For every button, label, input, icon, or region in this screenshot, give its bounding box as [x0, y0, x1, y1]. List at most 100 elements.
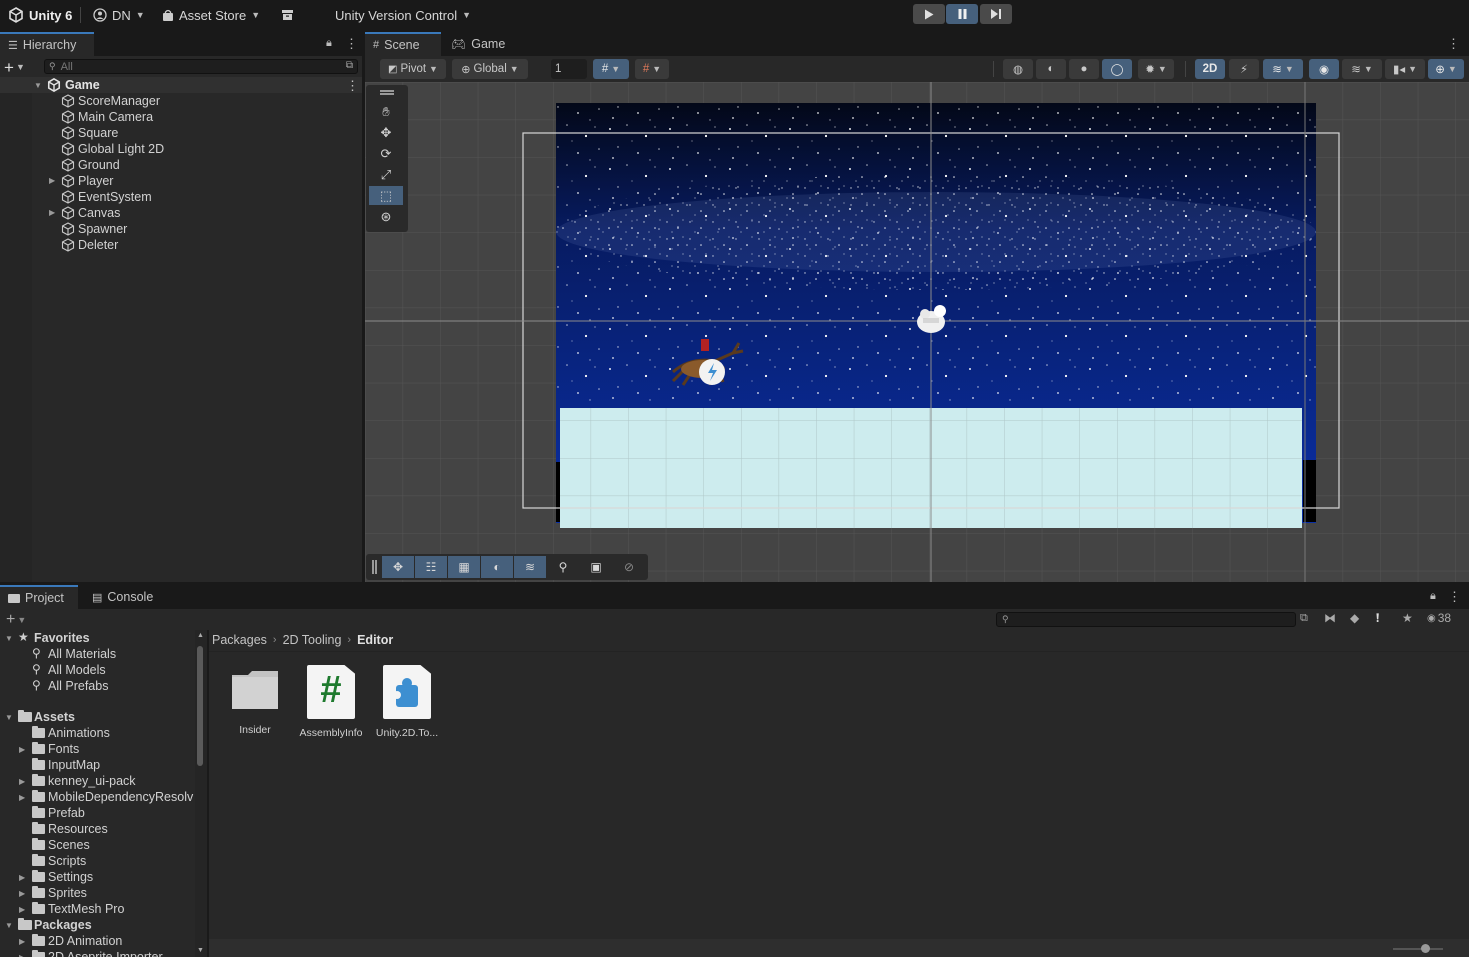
expand-arrow-icon[interactable]: ▶ [19, 873, 25, 882]
unlit-button[interactable]: ◯ [1102, 59, 1132, 79]
overlay-move-button[interactable]: ✥ [382, 556, 414, 578]
kebab-menu-icon[interactable]: ⋮ [1447, 36, 1460, 52]
expand-arrow-icon[interactable]: ▶ [19, 937, 25, 946]
tree-packages[interactable]: ▼ Packages [0, 917, 195, 933]
tree-folder-item[interactable]: ▶ MobileDependencyResolv [0, 789, 195, 805]
overlay-shading-button[interactable]: ◐ [481, 556, 513, 578]
expand-arrow-icon[interactable]: ▶ [49, 176, 55, 185]
kebab-menu-icon[interactable]: ⋮ [346, 78, 359, 94]
global-dropdown[interactable]: ⊕ Global ▼ [452, 59, 528, 79]
drag-handle-icon[interactable] [372, 560, 374, 574]
breadcrumb-packages[interactable]: Packages [212, 633, 267, 647]
step-button[interactable] [980, 4, 1012, 24]
hierarchy-item[interactable]: Ground [0, 157, 362, 173]
scroll-up-icon[interactable]: ▲ [197, 632, 204, 639]
hierarchy-item[interactable]: Global Light 2D [0, 141, 362, 157]
expand-arrow-icon[interactable]: ▶ [19, 889, 25, 898]
hierarchy-item[interactable]: Spawner [0, 221, 362, 237]
expand-arrow-icon[interactable]: ▼ [34, 81, 42, 90]
layers-dropdown[interactable]: ≋ ▼ [1342, 59, 1382, 79]
pause-button[interactable] [946, 4, 978, 24]
pivot-dropdown[interactable]: ◩ Pivot ▼ [380, 59, 446, 79]
play-button[interactable] [913, 4, 945, 24]
hierarchy-item[interactable]: ▶ Player [0, 173, 362, 189]
overlay-sliders-button[interactable]: ☷ [415, 556, 447, 578]
tree-scrollbar[interactable]: ▲ ▼ [195, 630, 207, 957]
lock-icon[interactable]: 🔒︎ [1430, 590, 1436, 603]
camera-settings-dropdown[interactable]: ▮◂ ▼ [1385, 59, 1425, 79]
lighting-toggle[interactable]: ⚡︎ [1229, 59, 1259, 79]
hierarchy-scene-row[interactable]: ▼ Game ⋮ [0, 77, 362, 93]
hierarchy-item[interactable]: ▶ Canvas [0, 205, 362, 221]
create-dropdown[interactable]: + ▼ [4, 58, 25, 76]
expand-arrow-icon[interactable]: ▶ [19, 953, 25, 957]
hierarchy-item[interactable]: EventSystem [0, 189, 362, 205]
filter-by-type-icon[interactable]: ⧓ [1324, 611, 1336, 625]
tree-assets[interactable]: ▼ Assets [0, 709, 195, 725]
asset-script-assemblyinfo[interactable]: # AssemblyInfo [296, 665, 366, 739]
zoom-slider-handle[interactable] [1421, 944, 1430, 953]
tab-project[interactable]: Project [0, 585, 78, 609]
rect-tool[interactable]: ⬚ [369, 186, 403, 205]
tree-favorite-item[interactable]: ⚲ All Materials [0, 646, 195, 662]
scene-viewport[interactable]: ✋︎ ✥ ⟳ ⤢ ⬚ ⊛ ✥ ☷ ▦ ◐ ≋ ⚲ ▣ ⊘ [365, 82, 1469, 582]
unity-logo-menu[interactable]: Unity 6 [8, 0, 72, 30]
overlay-grid-button[interactable]: ▦ [448, 556, 480, 578]
rotate-tool[interactable]: ⟳ [369, 144, 403, 163]
breadcrumb-2d-tooling[interactable]: 2D Tooling [283, 633, 342, 647]
hierarchy-search-input[interactable]: ⚲ All ⧉ [44, 59, 358, 74]
move-tool[interactable]: ✥ [369, 123, 403, 142]
collapse-arrow-icon[interactable]: ▼ [5, 713, 13, 722]
tree-folder-item[interactable]: ▶ TextMesh Pro [0, 901, 195, 917]
hidden-packages-toggle[interactable]: ◉ 38 [1427, 611, 1451, 625]
2d-mode-toggle[interactable]: 2D [1195, 59, 1225, 79]
tree-package-item[interactable]: ▶ 2D Aseprite Importer [0, 949, 195, 957]
kebab-menu-icon[interactable]: ⋮ [345, 36, 358, 52]
expand-arrow-icon[interactable]: ▶ [19, 793, 25, 802]
tree-folder-item[interactable]: ▶ kenney_ui-pack [0, 773, 195, 789]
project-search-input[interactable]: ⚲ [996, 612, 1296, 627]
expand-arrow-icon[interactable]: ▶ [19, 905, 25, 914]
tab-hierarchy[interactable]: ☰ Hierarchy [0, 32, 94, 56]
scale-tool[interactable]: ⤢ [369, 165, 403, 184]
expand-arrow-icon[interactable]: ▶ [19, 777, 25, 786]
hierarchy-item[interactable]: Square [0, 125, 362, 141]
account-dropdown[interactable]: DN ▼ [93, 0, 145, 30]
gizmos-dropdown[interactable]: ⊕ ▼ [1428, 59, 1464, 79]
tag-icon[interactable]: ◆ [1350, 611, 1359, 625]
breadcrumb-editor[interactable]: Editor [357, 633, 393, 647]
tab-scene[interactable]: # Scene [365, 32, 441, 56]
splitter[interactable] [207, 630, 209, 957]
tree-folder-item[interactable]: ▶ Fonts [0, 741, 195, 757]
overlay-layers-button[interactable]: ≋ [514, 556, 546, 578]
hierarchy-item[interactable]: Deleter [0, 237, 362, 253]
debug-draw-mode-dropdown[interactable]: ✹ ▼ [1138, 59, 1174, 79]
drag-handle-icon[interactable] [380, 90, 394, 92]
collapse-arrow-icon[interactable]: ▼ [5, 921, 13, 930]
lock-icon[interactable]: 🔒︎ [326, 37, 332, 50]
project-create-dropdown[interactable]: + ▼ [6, 611, 26, 629]
expand-arrow-icon[interactable]: ▶ [49, 208, 55, 217]
tree-folder-item[interactable]: ▶ Settings [0, 869, 195, 885]
tree-folder-item[interactable]: Animations [0, 725, 195, 741]
hierarchy-item[interactable]: ScoreManager [0, 93, 362, 109]
tree-favorites[interactable]: ▼ ★ Favorites [0, 630, 195, 646]
grid-snap-toggle[interactable]: # ▼ [593, 59, 629, 79]
zoom-slider-track[interactable] [1393, 948, 1443, 950]
hand-tool[interactable]: ✋︎ [369, 102, 403, 121]
tab-console[interactable]: ▤ Console [84, 585, 164, 609]
scene-fx-dropdown[interactable]: ≋ ▼ [1263, 59, 1303, 79]
transform-tool[interactable]: ⊛ [369, 207, 403, 226]
tree-folder-item[interactable]: Prefab [0, 805, 195, 821]
asset-folder-insider[interactable]: Insider [220, 665, 290, 736]
search-options-icon[interactable]: ⧉ [1300, 612, 1308, 625]
tree-folder-item[interactable]: Scripts [0, 853, 195, 869]
asset-assembly-definition[interactable]: Unity.2D.To... [372, 665, 442, 739]
search-options-icon[interactable]: ⧉ [346, 60, 353, 71]
overlay-camera-button[interactable]: ▣ [580, 556, 612, 578]
tree-folder-item[interactable]: Resources [0, 821, 195, 837]
version-control-dropdown[interactable]: Unity Version Control ▼ [335, 0, 471, 30]
warning-icon[interactable]: ❗︎ [1376, 611, 1379, 626]
overlay-disabled-button[interactable]: ⊘ [613, 556, 645, 578]
star-icon[interactable]: ★ [1402, 611, 1413, 625]
